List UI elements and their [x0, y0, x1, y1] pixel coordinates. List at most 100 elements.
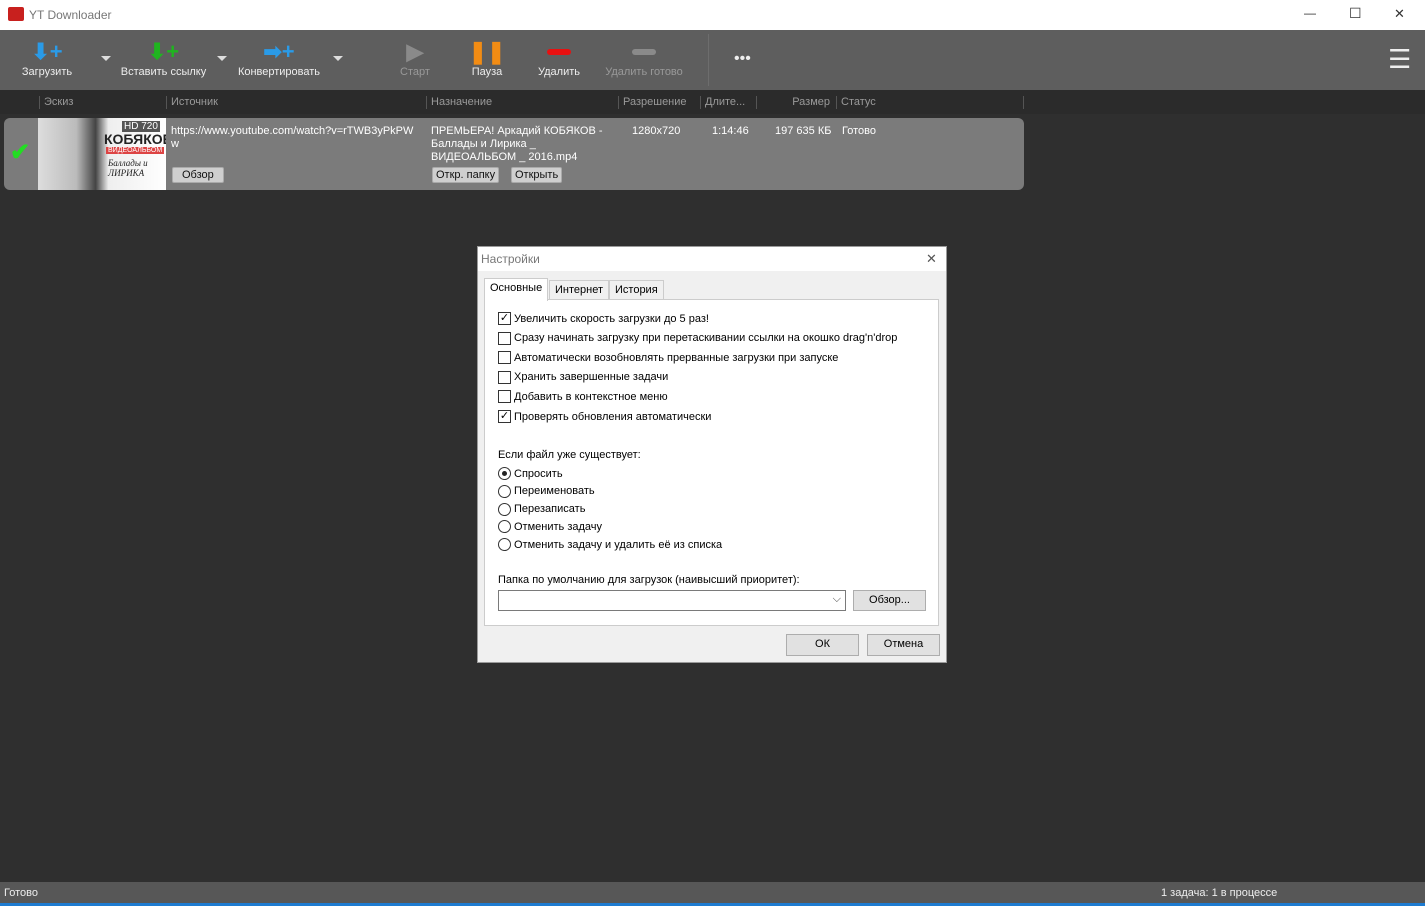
download-dropdown-icon[interactable] [101, 56, 111, 61]
ok-button[interactable]: ОК [786, 634, 859, 656]
tab-history[interactable]: История [609, 280, 664, 300]
minus-icon [534, 38, 584, 66]
cancel-button[interactable]: Отмена [867, 634, 940, 656]
convert-button[interactable]: ➡+ Конвертировать [232, 38, 326, 78]
paste-add-icon: ⬇+ [147, 39, 180, 64]
default-folder-combobox[interactable]: ⌵ [498, 590, 846, 611]
pause-label: Пауза [471, 66, 503, 78]
checkbox[interactable] [498, 331, 511, 345]
table-row[interactable]: ✔ HD 720 КОБЯКОВ ВИДЕОАЛЬБОМ Баллады и Л… [4, 118, 1024, 190]
thumb-sub: ВИДЕОАЛЬБОМ [106, 147, 165, 154]
title-bar: YT Downloader — ☐ ✕ [0, 0, 1425, 30]
checkbox[interactable] [498, 351, 511, 365]
checkbox-label: Проверять обновления автоматически [514, 410, 712, 423]
delete-button[interactable]: Удалить [534, 38, 584, 78]
radio-option[interactable]: Перезаписать [498, 502, 585, 516]
download-label: Загрузить [21, 66, 73, 78]
radio-label: Отменить задачу [514, 520, 603, 533]
radio-option[interactable]: Переименовать [498, 484, 595, 498]
video-thumbnail: HD 720 КОБЯКОВ ВИДЕОАЛЬБОМ Баллады и ЛИР… [38, 118, 166, 190]
paste-link-button[interactable]: ⬇+ Вставить ссылку [116, 38, 211, 78]
status-right: 1 задача: 1 в процессе [1161, 887, 1278, 899]
minimize-button[interactable]: — [1304, 6, 1316, 20]
radio-button[interactable] [498, 538, 511, 552]
checkbox-label: Добавить в контекстное меню [514, 390, 668, 403]
browse-button[interactable]: Обзор [172, 167, 224, 183]
radio-label: Спросить [514, 467, 563, 480]
check-done-icon: ✔ [10, 139, 31, 166]
duration: 1:14:46 [712, 125, 749, 137]
radio-option[interactable]: Отменить задачу и удалить её из списка [498, 538, 722, 552]
folder-browse-button[interactable]: Обзор... [853, 590, 926, 611]
checkbox[interactable] [498, 390, 511, 404]
download-button[interactable]: ⬇+ Загрузить [18, 38, 76, 78]
checkbox[interactable]: ✓ [498, 410, 511, 423]
checkbox-label: Сразу начинать загрузку при перетаскиван… [514, 332, 898, 345]
col-resolution[interactable]: Разрешение [618, 96, 687, 109]
radio-label: Переименовать [514, 485, 595, 498]
toolbar-divider [708, 34, 709, 86]
dialog-close-button[interactable]: ✕ [926, 251, 937, 267]
status-left: Готово [4, 887, 38, 899]
checkbox-option[interactable]: Добавить в контекстное меню [498, 390, 668, 404]
open-button[interactable]: Открыть [511, 167, 563, 183]
checkbox[interactable] [498, 370, 511, 384]
col-source[interactable]: Источник [166, 96, 218, 109]
tab-internet[interactable]: Интернет [549, 280, 609, 300]
paste-dropdown-icon[interactable] [217, 56, 227, 61]
checkbox-option[interactable]: Автоматически возобновлять прерванные за… [498, 351, 839, 365]
radio-button[interactable] [498, 467, 511, 480]
dialog-titlebar: Настройки ✕ [478, 247, 946, 271]
hamburger-menu-icon[interactable]: ☰ [1388, 44, 1411, 75]
minus-gray-icon [600, 38, 688, 66]
toolbar: ⬇+ Загрузить ⬇+ Вставить ссылку ➡+ Конверти… [0, 30, 1425, 90]
settings-dialog: Настройки ✕ Основные Интернет История ✓ У… [477, 246, 947, 663]
checkbox-option[interactable]: Хранить завершенные задачи [498, 370, 669, 384]
col-duration[interactable]: Длите... [700, 96, 745, 109]
col-size[interactable]: Размер [756, 96, 836, 109]
pause-button[interactable]: ❚❚ Пауза [464, 38, 510, 78]
status-bar: Готово 1 задача: 1 в процессе [0, 882, 1425, 906]
checkbox[interactable]: ✓ [498, 312, 511, 325]
more-icon[interactable]: ••• [734, 50, 751, 68]
resolution: 1280x720 [632, 125, 681, 137]
convert-icon: ➡+ [263, 39, 295, 64]
checkbox-label: Автоматически возобновлять прерванные за… [514, 351, 839, 364]
paste-label: Вставить ссылку [120, 66, 207, 78]
dialog-title: Настройки [481, 252, 540, 266]
maximize-button[interactable]: ☐ [1349, 5, 1362, 22]
window-title: YT Downloader [29, 8, 112, 22]
delete-done-label: Удалить готово [605, 66, 683, 78]
thumb-title: КОБЯКОВ [104, 131, 166, 147]
delete-done-button[interactable]: Удалить готово [600, 38, 688, 78]
col-thumbnail[interactable]: Эскиз [39, 96, 73, 109]
convert-label: Конвертировать [237, 66, 321, 78]
convert-dropdown-icon[interactable] [333, 56, 343, 61]
checkbox-option[interactable]: ✓ Проверять обновления автоматически [498, 410, 711, 423]
checkbox-option[interactable]: Сразу начинать загрузку при перетаскиван… [498, 331, 898, 345]
start-button[interactable]: ▶ Старт [392, 38, 438, 78]
destination-file: ПРЕМЬЕРА! Аркадий КОБЯКОВ - Баллады и Ли… [431, 125, 603, 163]
open-folder-button[interactable]: Откр. папку [432, 167, 500, 183]
checkbox-option[interactable]: ✓ Увеличить скорость загрузки до 5 раз! [498, 312, 709, 325]
radio-option[interactable]: Спросить [498, 467, 563, 480]
app-logo-icon [8, 7, 24, 21]
file-size: 197 635 КБ [775, 125, 832, 137]
radio-option[interactable]: Отменить задачу [498, 520, 603, 534]
column-header: Эскиз Источник Назначение Разрешение Дли… [0, 90, 1425, 114]
radio-button[interactable] [498, 520, 511, 534]
radio-button[interactable] [498, 502, 511, 516]
play-icon: ▶ [406, 39, 424, 64]
delete-label: Удалить [538, 66, 580, 78]
start-label: Старт [400, 66, 430, 78]
download-add-icon: ⬇+ [31, 39, 63, 64]
col-destination[interactable]: Назначение [426, 96, 492, 109]
col-status[interactable]: Статус [836, 96, 1024, 109]
checkbox-label: Хранить завершенные задачи [514, 371, 669, 384]
tab-general[interactable]: Основные [484, 278, 549, 301]
source-url: https://www.youtube.com/watch?v=rTWB3yPk… [171, 125, 414, 150]
radio-button[interactable] [498, 484, 511, 498]
task-status: Готово [842, 125, 876, 137]
close-button[interactable]: ✕ [1394, 6, 1405, 22]
pause-icon: ❚❚ [468, 39, 506, 64]
